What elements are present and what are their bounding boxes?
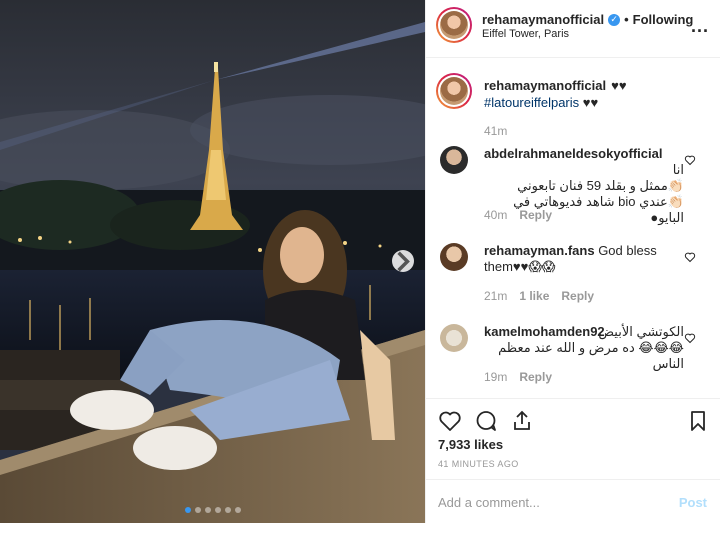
chevron-right-icon bbox=[397, 250, 410, 272]
author-avatar[interactable] bbox=[436, 7, 472, 43]
carousel-dot bbox=[214, 507, 221, 513]
share-upload-icon[interactable] bbox=[510, 409, 534, 433]
commenter-username[interactable]: kamelmohamden92 bbox=[484, 324, 605, 339]
more-options-icon[interactable]: ... bbox=[691, 16, 709, 37]
hashtag-link[interactable]: #latoureiffelparis bbox=[484, 95, 579, 110]
carousel-dot bbox=[234, 507, 241, 513]
commenter-avatar[interactable] bbox=[440, 243, 468, 271]
author-line: rehamaymanofficial ✓ • Following bbox=[482, 12, 693, 27]
separator-dot: • bbox=[624, 12, 629, 27]
comment-time: 40m bbox=[484, 208, 508, 222]
caption-emoji: ♥♥ bbox=[611, 78, 627, 93]
add-comment-input[interactable] bbox=[438, 492, 658, 512]
like-comment-heart-icon[interactable] bbox=[684, 251, 696, 263]
post-actions: 7,933 likes 41 MINUTES AGO Post bbox=[426, 398, 720, 528]
verified-badge-icon: ✓ bbox=[608, 13, 621, 26]
following-button[interactable]: Following bbox=[633, 12, 694, 27]
page-bottom-strip bbox=[0, 523, 720, 544]
comment-body: kamelmohamden92 الكوتشي الأبيض 😂😂😂 ده مر… bbox=[484, 324, 684, 372]
post-photo[interactable] bbox=[0, 0, 425, 523]
carousel-dot bbox=[204, 507, 211, 513]
likes-count[interactable]: 7,933 likes bbox=[438, 437, 503, 452]
like-comment-heart-icon[interactable] bbox=[684, 154, 696, 166]
carousel-dot bbox=[184, 507, 191, 513]
comment-time: 21m bbox=[484, 289, 508, 303]
caption-emoji: ♥♥ bbox=[582, 95, 599, 110]
eiffel-tower-night-photo bbox=[0, 0, 425, 523]
post-comment-button[interactable]: Post bbox=[679, 495, 707, 510]
carousel-dot bbox=[194, 507, 201, 513]
author-username[interactable]: rehamaymanofficial bbox=[482, 12, 604, 27]
save-bookmark-icon[interactable] bbox=[686, 409, 710, 433]
commenter-avatar[interactable] bbox=[440, 324, 468, 352]
caption-text: #latoureiffelparis ♥♥ bbox=[484, 95, 598, 110]
reply-button[interactable]: Reply bbox=[519, 370, 552, 384]
carousel-indicator bbox=[0, 507, 425, 513]
like-heart-icon[interactable] bbox=[438, 409, 462, 433]
commenter-username[interactable]: rehamayman.fans bbox=[484, 243, 595, 258]
post-details-panel: rehamaymanofficial ✓ • Following Eiffel … bbox=[425, 0, 720, 523]
comment-likes[interactable]: 1 like bbox=[519, 289, 549, 303]
add-comment-bar: Post bbox=[426, 479, 720, 523]
comment-bubble-icon[interactable] bbox=[474, 409, 498, 433]
comment-meta: 21m 1 like Reply bbox=[484, 289, 594, 303]
caption-author-line: rehamaymanofficial ♥♥ bbox=[484, 78, 627, 93]
commenter-username[interactable]: abdelrahmaneldesokyofficial bbox=[484, 146, 662, 161]
carousel-dot bbox=[224, 507, 231, 513]
post-header: rehamaymanofficial ✓ • Following Eiffel … bbox=[426, 0, 720, 58]
comment-meta: 40m Reply bbox=[484, 208, 552, 222]
post-timestamp: 41 MINUTES AGO bbox=[438, 459, 519, 469]
instagram-post-view: rehamaymanofficial ✓ • Following Eiffel … bbox=[0, 0, 720, 544]
location-link[interactable]: Eiffel Tower, Paris bbox=[482, 28, 569, 40]
reply-button[interactable]: Reply bbox=[519, 208, 552, 222]
reply-button[interactable]: Reply bbox=[561, 289, 594, 303]
comment-time: 19m bbox=[484, 370, 508, 384]
next-photo-button[interactable] bbox=[392, 250, 414, 272]
comment-body: rehamayman.fans God bless them♥♥😱😱 bbox=[484, 243, 684, 275]
caption-timestamp: 41m bbox=[484, 124, 508, 138]
caption-username[interactable]: rehamaymanofficial bbox=[484, 78, 606, 93]
comment-meta: 19m Reply bbox=[484, 370, 552, 384]
commenter-avatar[interactable] bbox=[440, 146, 468, 174]
like-comment-heart-icon[interactable] bbox=[684, 332, 696, 344]
caption-author-avatar[interactable] bbox=[436, 73, 472, 109]
